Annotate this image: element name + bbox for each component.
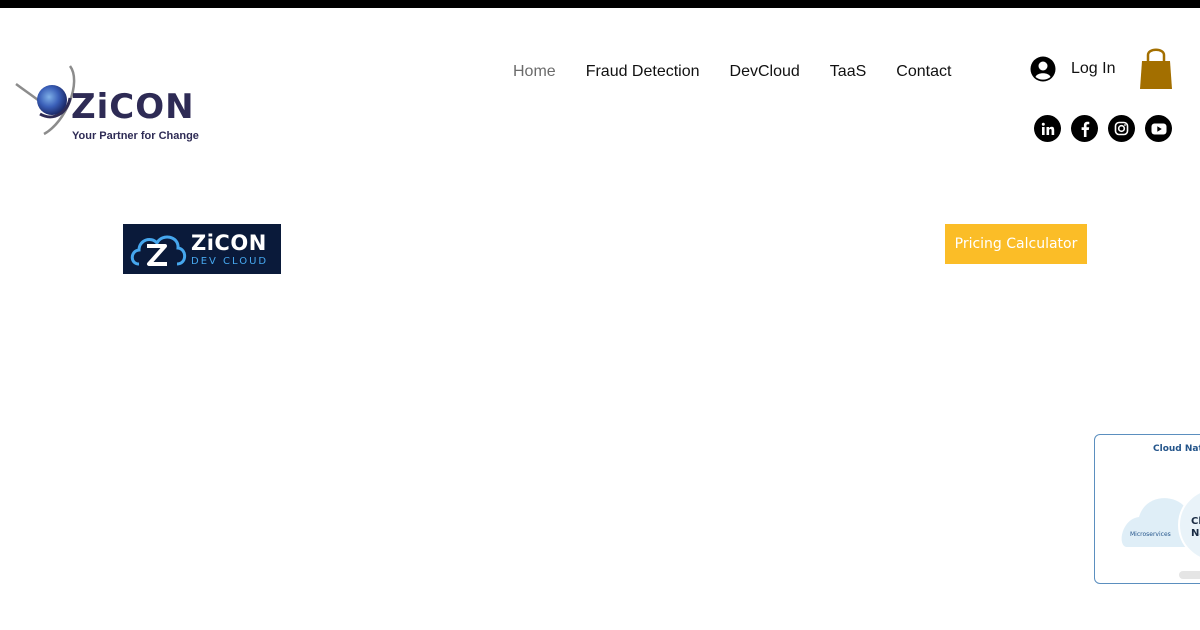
nav-fraud-detection[interactable]: Fraud Detection <box>571 60 715 84</box>
login-label: Log In <box>1071 60 1116 77</box>
center-label-line2: Na <box>1191 528 1200 539</box>
devcloud-subtitle: DEV CLOUD <box>191 256 269 267</box>
devcloud-title: ZiCON <box>191 231 267 255</box>
facebook-icon[interactable] <box>1071 115 1098 142</box>
zicon-devcloud-banner[interactable]: ZiCON DEV CLOUD <box>123 224 281 274</box>
linkedin-icon[interactable] <box>1034 115 1061 142</box>
user-circle-icon <box>1030 56 1056 82</box>
center-label-line1: Cl <box>1191 516 1200 527</box>
microservices-label: Microservices <box>1130 531 1171 538</box>
cloud-native-card[interactable]: Cloud Nativ Microservices Cl Na <box>1094 434 1200 584</box>
main-nav: Home Fraud Detection DevCloud TaaS Conta… <box>505 60 966 84</box>
cloud-native-center-label: Cl Na <box>1191 516 1200 540</box>
cart-button[interactable] <box>1137 45 1175 91</box>
instagram-icon[interactable] <box>1108 115 1135 142</box>
pricing-calculator-button[interactable]: Pricing Calculator <box>945 224 1087 264</box>
cloud-diagram-icon <box>1121 491 1200 579</box>
nav-devcloud[interactable]: DevCloud <box>715 60 815 84</box>
nav-home[interactable]: Home <box>505 60 571 84</box>
nav-taas[interactable]: TaaS <box>815 60 881 84</box>
cloud-native-card-viewport: Cloud Nativ Microservices Cl Na <box>1094 420 1200 600</box>
zicon-logo[interactable]: ZiCON Your Partner for Change <box>14 62 204 152</box>
cloud-native-title: Cloud Nativ <box>1151 444 1200 454</box>
login-button[interactable]: Log In <box>1030 56 1115 82</box>
youtube-icon[interactable] <box>1145 115 1172 142</box>
nav-contact[interactable]: Contact <box>881 60 966 84</box>
social-bar <box>1034 115 1172 142</box>
top-black-bar <box>0 0 1200 8</box>
shopping-bag-icon <box>1140 48 1172 89</box>
logo-tagline: Your Partner for Change <box>72 130 199 142</box>
cloud-logo-icon <box>130 235 187 266</box>
logo-wordmark: ZiCON <box>71 87 195 127</box>
